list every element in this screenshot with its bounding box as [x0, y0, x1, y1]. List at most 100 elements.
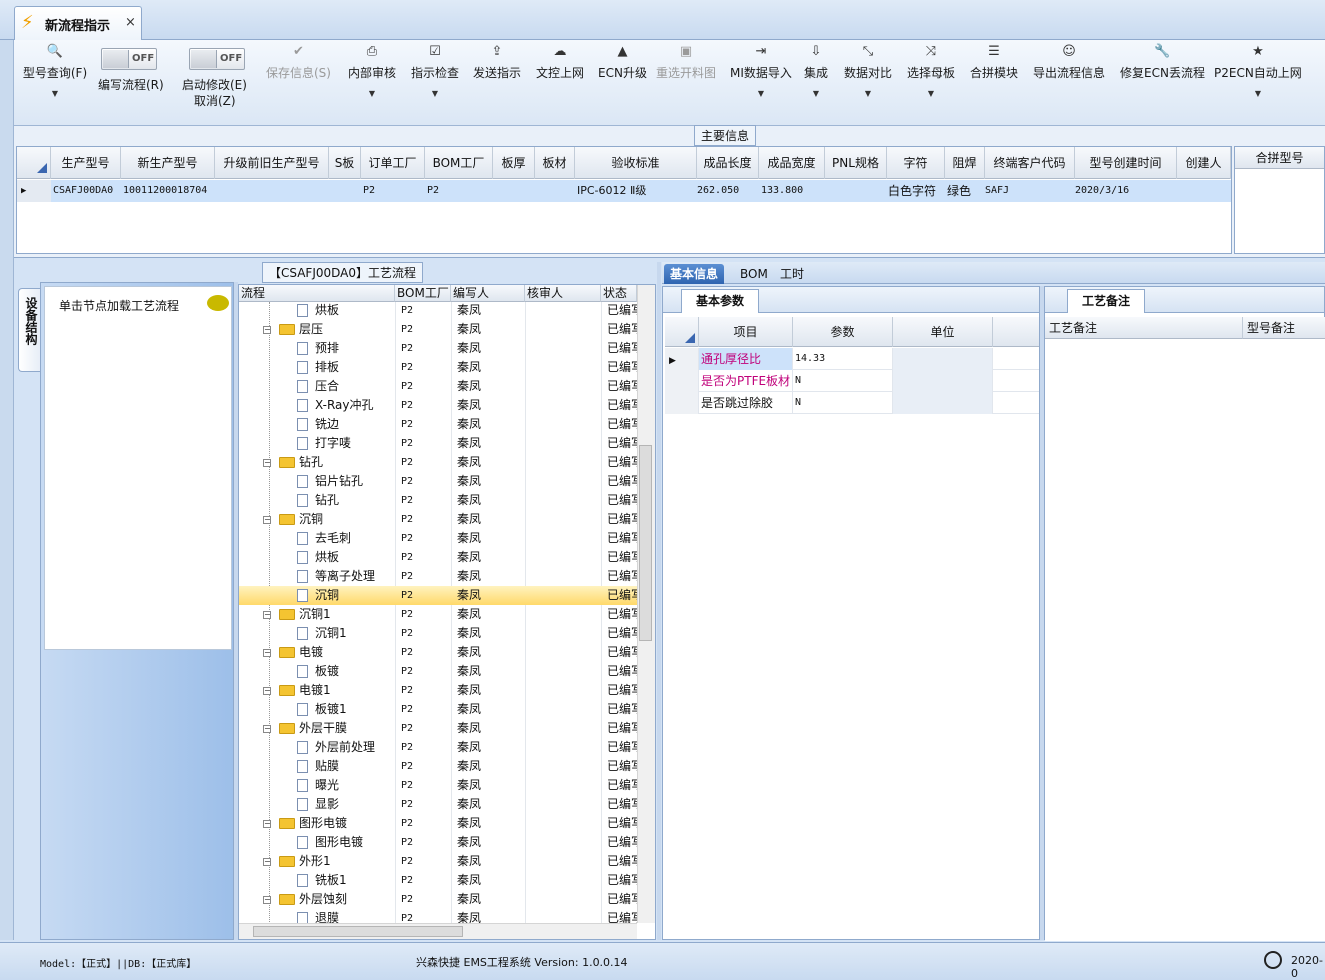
merge-module-button[interactable]: ☰ 合拼模块: [970, 44, 1018, 81]
doc-control-online-button[interactable]: ☁ 文控上网: [536, 44, 584, 81]
col-model-created-time[interactable]: 型号创建时间: [1075, 147, 1177, 179]
param-item[interactable]: 通孔厚径比: [699, 348, 793, 370]
col-param[interactable]: 参数: [793, 317, 893, 347]
tree-node[interactable]: 贴膜 P2 秦凤 已编写: [239, 757, 637, 776]
col-s-board[interactable]: S板: [329, 147, 361, 179]
process-notes-column[interactable]: 工艺备注: [1045, 317, 1243, 941]
splitter-middle[interactable]: [657, 262, 661, 940]
save-info-button[interactable]: ✔ 保存信息(S): [266, 44, 331, 81]
cell-bom-factory[interactable]: P2: [427, 180, 439, 202]
col-creator[interactable]: 创建人: [1177, 147, 1231, 179]
param-unit[interactable]: [893, 348, 993, 370]
collapse-icon[interactable]: −: [263, 516, 271, 524]
tree-node[interactable]: 外层前处理 P2 秦凤 已编写: [239, 738, 637, 757]
col-acceptance-standard[interactable]: 验收标准: [575, 147, 697, 179]
col-board-material[interactable]: 板材: [535, 147, 575, 179]
col-status[interactable]: 状态: [601, 285, 637, 302]
collapse-icon[interactable]: −: [263, 896, 271, 904]
tree-node[interactable]: X-Ray冲孔 P2 秦凤 已编写: [239, 396, 637, 415]
tree-node[interactable]: 沉铜 P2 秦凤 已编写: [239, 586, 637, 605]
col-finished-width[interactable]: 成品宽度: [759, 147, 825, 179]
p2ecn-auto-online-button[interactable]: ★ P2ECN自动上网 ▼: [1214, 44, 1302, 98]
tree-node[interactable]: − 外形1 P2 秦凤 已编写: [239, 852, 637, 871]
cell-end-customer-code[interactable]: SAFJ: [985, 180, 1009, 202]
tree-node[interactable]: 铝片钻孔 P2 秦凤 已编写: [239, 472, 637, 491]
tree-node[interactable]: − 外层干膜 P2 秦凤 已编写: [239, 719, 637, 738]
tree-node[interactable]: − 沉铜 P2 秦凤 已编写: [239, 510, 637, 529]
tree-node[interactable]: 板镀1 P2 秦凤 已编写: [239, 700, 637, 719]
tree-node[interactable]: 排板 P2 秦凤 已编写: [239, 358, 637, 377]
start-modify-toggle[interactable]: OFF: [189, 48, 245, 70]
cell-finished-length[interactable]: 262.050: [697, 180, 739, 202]
tree-node[interactable]: 沉铜1 P2 秦凤 已编写: [239, 624, 637, 643]
tab-work-hours[interactable]: 工时: [774, 264, 810, 284]
cancel-button[interactable]: 取消(Z): [194, 92, 236, 109]
col-item[interactable]: 项目: [699, 317, 793, 347]
col-order-factory[interactable]: 订单工厂: [361, 147, 425, 179]
ecn-upgrade-button[interactable]: ▲ ECN升级: [598, 44, 647, 81]
cell-acceptance-standard[interactable]: IPC-6012 Ⅱ级: [577, 180, 646, 202]
col-writer[interactable]: 编写人: [451, 285, 525, 302]
mi-data-import-button[interactable]: ⇥ MI数据导入 ▼: [730, 44, 792, 98]
tree-node[interactable]: 钻孔 P2 秦凤 已编写: [239, 491, 637, 510]
table-row[interactable]: ▶ CSAFJ00DA0 10011200018704 P2 P2 IPC-60…: [17, 180, 1231, 202]
start-modify-label[interactable]: 启动修改(E): [182, 76, 247, 93]
cell-new-production-model[interactable]: 10011200018704: [123, 180, 207, 202]
param-item[interactable]: 是否为PTFE板材: [699, 370, 793, 392]
collapse-icon[interactable]: −: [263, 858, 271, 866]
tree-node[interactable]: 去毛刺 P2 秦凤 已编写: [239, 529, 637, 548]
select-mother-board-button[interactable]: ⤨ 选择母板 ▼: [907, 44, 955, 98]
col-end-customer-code[interactable]: 终端客户代码: [985, 147, 1075, 179]
send-instruction-button[interactable]: ⇪ 发送指示: [473, 44, 521, 81]
equipment-tree[interactable]: 单击节点加载工艺流程: [44, 286, 232, 650]
basic-params-title[interactable]: 基本参数: [681, 289, 760, 313]
tree-node[interactable]: − 钻孔 P2 秦凤 已编写: [239, 453, 637, 472]
tree-node[interactable]: − 图形电镀 P2 秦凤 已编写: [239, 814, 637, 833]
integrate-button[interactable]: ⇩ 集成 ▼: [804, 44, 828, 98]
data-compare-button[interactable]: ⤡ 数据对比 ▼: [844, 44, 892, 98]
cell-model-created-time[interactable]: 2020/3/16: [1075, 180, 1129, 202]
col-unit[interactable]: 单位: [893, 317, 993, 347]
collapse-icon[interactable]: −: [263, 725, 271, 733]
tree-node[interactable]: 烘板 P2 秦凤 已编写: [239, 301, 637, 320]
col-reviewer[interactable]: 核审人: [525, 285, 601, 302]
col-pnl-spec[interactable]: PNL规格: [825, 147, 887, 179]
close-tab-button[interactable]: ×: [125, 15, 136, 30]
collapse-icon[interactable]: −: [263, 326, 271, 334]
col-production-model[interactable]: 生产型号: [51, 147, 121, 179]
param-row[interactable]: 是否为PTFE板材 N: [665, 370, 1039, 392]
vertical-scroll-thumb[interactable]: [639, 445, 652, 641]
tab-equipment-structure[interactable]: 设备结构: [18, 288, 40, 372]
tab-basic-info[interactable]: 基本信息: [664, 264, 725, 284]
col-solder-mask[interactable]: 阻焊: [945, 147, 985, 179]
cell-character[interactable]: 白色字符: [888, 180, 936, 202]
write-flow-label[interactable]: 编写流程(R): [98, 76, 164, 93]
param-item[interactable]: 是否跳过除胶: [699, 392, 793, 414]
notes-title[interactable]: 工艺备注: [1067, 289, 1146, 313]
cell-solder-mask[interactable]: 绿色: [947, 180, 971, 202]
tree-node[interactable]: 预排 P2 秦凤 已编写: [239, 339, 637, 358]
param-value[interactable]: N: [793, 370, 893, 392]
param-value[interactable]: N: [793, 392, 893, 414]
tree-node[interactable]: 图形电镀 P2 秦凤 已编写: [239, 833, 637, 852]
tree-node[interactable]: − 电镀1 P2 秦凤 已编写: [239, 681, 637, 700]
tree-node[interactable]: 等离子处理 P2 秦凤 已编写: [239, 567, 637, 586]
tree-node[interactable]: 显影 P2 秦凤 已编写: [239, 795, 637, 814]
col-finished-length[interactable]: 成品长度: [697, 147, 759, 179]
horizontal-scroll-thumb[interactable]: [253, 926, 463, 937]
tree-node[interactable]: 压合 P2 秦凤 已编写: [239, 377, 637, 396]
model-query-button[interactable]: 🔍 型号查询(F) ▼: [20, 44, 90, 98]
export-flow-info-button[interactable]: ☺ 导出流程信息: [1033, 44, 1105, 81]
param-row[interactable]: 是否跳过除胶 N: [665, 392, 1039, 414]
tree-node[interactable]: 铣板1 P2 秦凤 已编写: [239, 871, 637, 890]
col-bom-factory[interactable]: BOM工厂: [395, 285, 451, 302]
internal-review-button[interactable]: ⎙ 内部审核 ▼: [348, 44, 396, 98]
collapse-icon[interactable]: −: [263, 687, 271, 695]
cell-finished-width[interactable]: 133.800: [761, 180, 803, 202]
tree-node[interactable]: − 沉铜1 P2 秦凤 已编写: [239, 605, 637, 624]
model-notes-column[interactable]: 型号备注: [1243, 317, 1325, 941]
tab-new-flow[interactable]: ⚡ 新流程指示 ×: [14, 6, 142, 40]
collapse-icon[interactable]: −: [263, 611, 271, 619]
tree-node[interactable]: − 层压 P2 秦凤 已编写: [239, 320, 637, 339]
instruction-check-button[interactable]: ☑ 指示检查 ▼: [411, 44, 459, 98]
